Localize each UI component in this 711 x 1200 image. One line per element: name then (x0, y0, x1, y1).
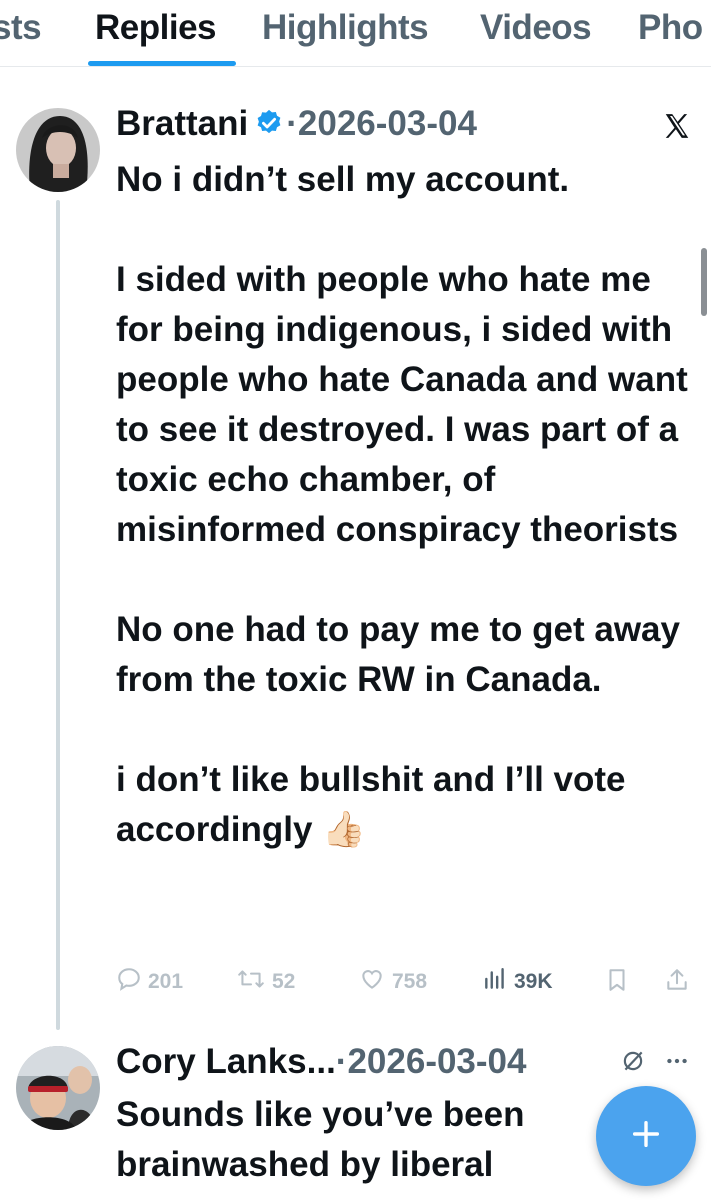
retweet-button[interactable]: 52 (236, 966, 295, 998)
retweet-count: 52 (272, 970, 296, 993)
reply-date[interactable]: 2026-03-04 (347, 1042, 526, 1081)
more-options-icon[interactable] (664, 1048, 690, 1079)
retweet-icon (236, 966, 272, 998)
thread-connector-line (56, 200, 60, 1030)
tweet-paragraph: No one had to pay me to get away from th… (116, 610, 680, 699)
bookmark-button[interactable] (604, 966, 636, 1000)
tweet-paragraph: i don’t like bullshit and I’ll vote acco… (116, 755, 696, 855)
thumbs-up-emoji: 👍🏻 (322, 810, 366, 849)
scrollbar[interactable] (701, 248, 707, 316)
avatar[interactable] (16, 108, 100, 192)
reply-icon (116, 966, 148, 998)
tab-replies[interactable]: Replies (95, 8, 217, 48)
tweet-action-bar: 201 52 758 39K (116, 966, 696, 1006)
tab-highlights[interactable]: Highlights (262, 8, 429, 48)
grok-icon[interactable] (620, 1048, 646, 1079)
header-separator: · (286, 104, 298, 143)
plus-icon (629, 1117, 663, 1156)
avatar[interactable] (16, 1046, 100, 1130)
heart-icon (358, 966, 392, 998)
views-count: 39K (514, 970, 553, 993)
verified-badge-icon (254, 107, 284, 137)
tab-videos[interactable]: Videos (480, 8, 592, 48)
tweet-text: No i didn’t sell my account. I sided wit… (116, 155, 696, 855)
reply-text: Sounds like you’ve been brainwashed by l… (116, 1090, 586, 1190)
profile-tabs: sts Replies Highlights Videos Pho (0, 0, 711, 67)
reply-header: Cory Lanks...·2026-03-04 (116, 1042, 527, 1082)
like-count: 758 (392, 970, 428, 993)
reply-line: Sounds like you’ve been (116, 1095, 525, 1134)
bookmark-icon (604, 966, 636, 1000)
tab-photos[interactable]: Pho (638, 8, 703, 48)
tweet-paragraph: No i didn’t sell my account. (116, 160, 570, 199)
author-name[interactable]: Cory Lanks... (116, 1042, 336, 1081)
tweet-header: Brattani ·2026-03-04 (116, 104, 477, 144)
share-icon (664, 966, 696, 1000)
tweet-paragraph-text: i don’t like bullshit and I’ll vote acco… (116, 760, 626, 849)
tab-posts[interactable]: sts (0, 8, 42, 48)
views-button[interactable]: 39K (482, 966, 553, 998)
header-separator: · (335, 1042, 348, 1081)
reply-count: 201 (148, 970, 184, 993)
tweet-paragraph: I sided with people who hate me for bein… (116, 260, 688, 549)
share-button[interactable] (664, 966, 696, 1000)
views-chart-icon (482, 966, 514, 998)
x-logo-icon (662, 111, 692, 146)
like-button[interactable]: 758 (358, 966, 427, 998)
author-name[interactable]: Brattani (116, 104, 248, 143)
tweet-date[interactable]: 2026-03-04 (298, 104, 477, 143)
reply-line: brainwashed by liberal (116, 1145, 494, 1184)
active-tab-indicator (88, 61, 236, 66)
reply-button[interactable]: 201 (116, 966, 183, 998)
compose-button[interactable] (596, 1086, 696, 1186)
